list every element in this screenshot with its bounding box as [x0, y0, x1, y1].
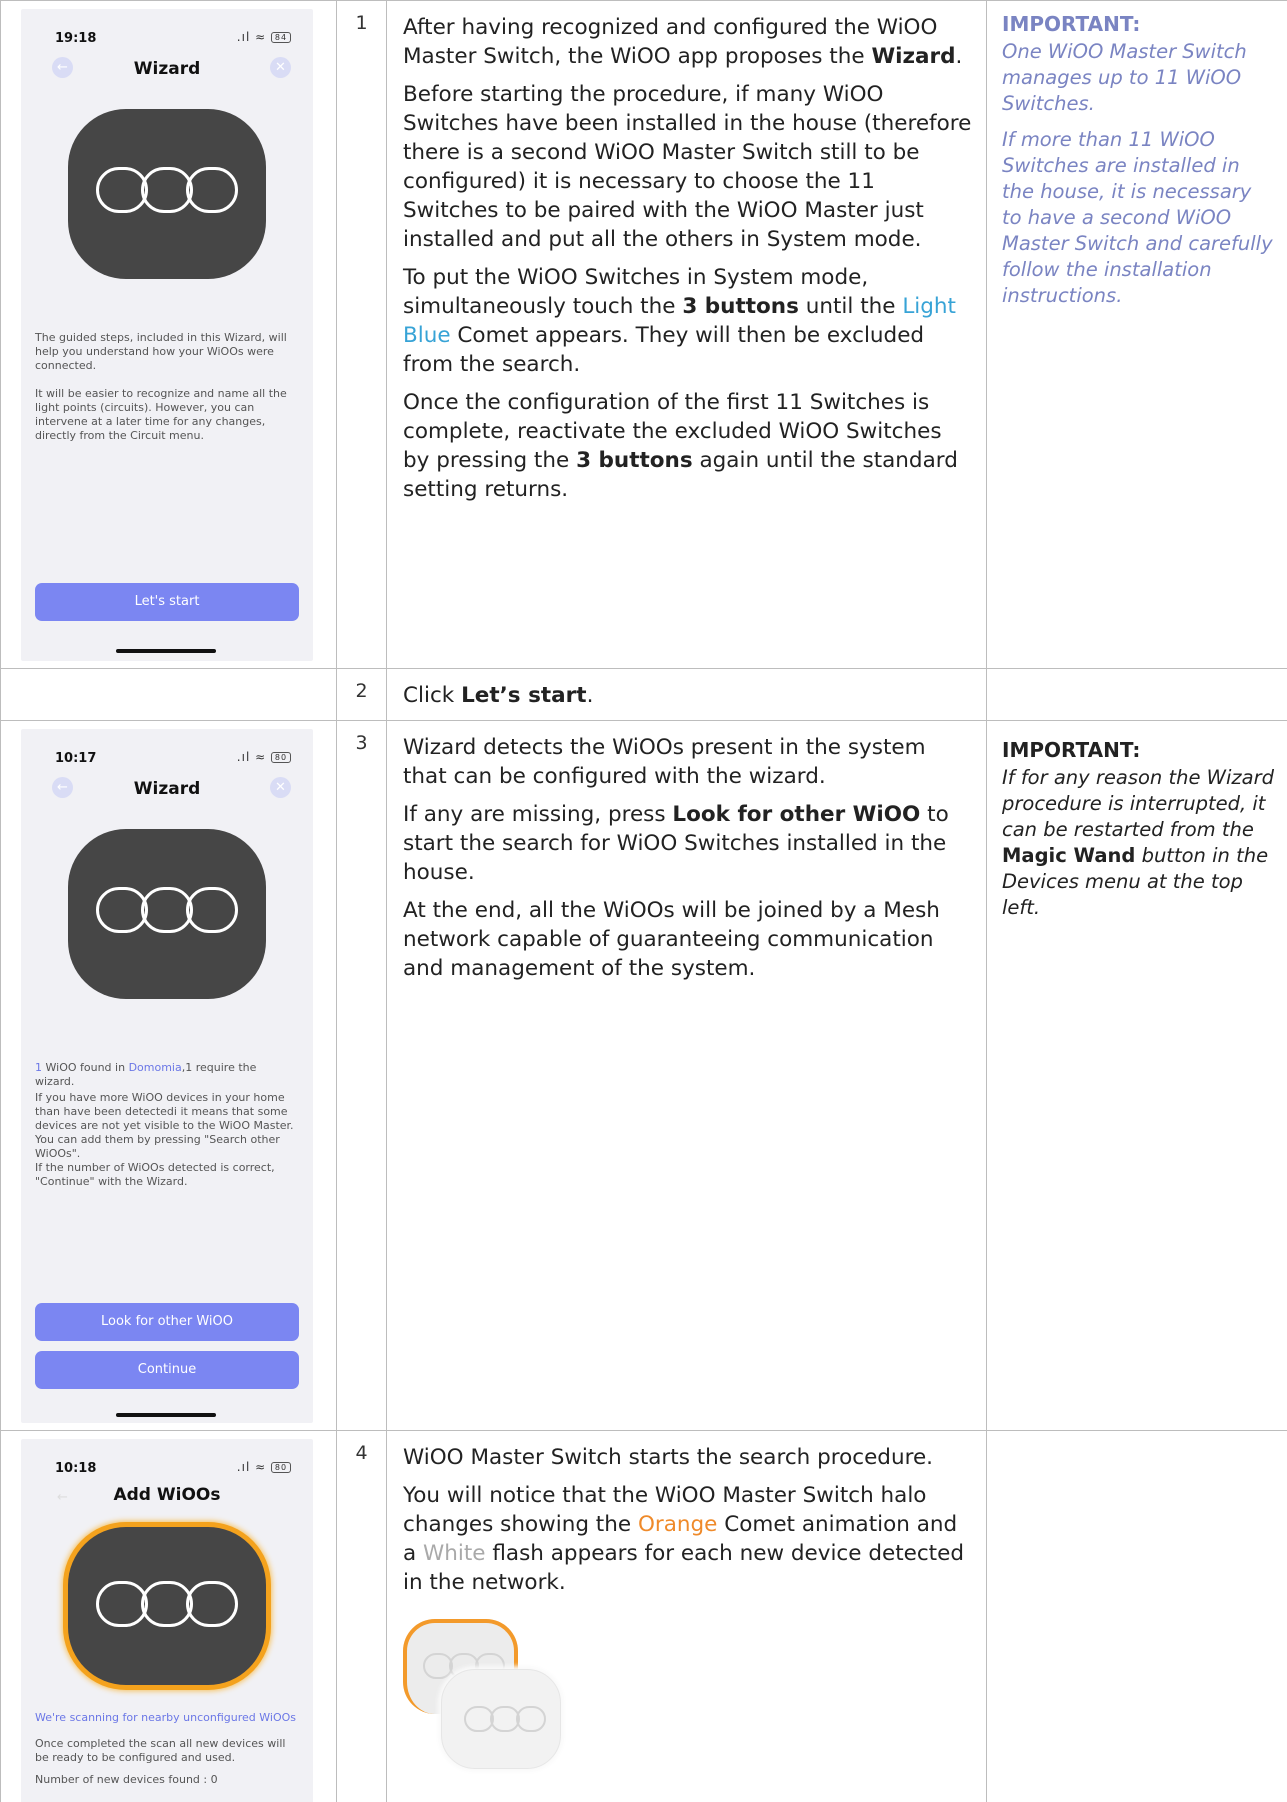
instruction-table: 19:18 .ıl ≈ 84 ← Wizard ✕ The guided ste… — [0, 0, 1287, 1802]
scan-info-text: Once completed the scan all new devices … — [35, 1737, 286, 1764]
home-indicator — [116, 1413, 216, 1417]
step-number: 1 — [336, 0, 387, 669]
status-time: 10:18 — [55, 1461, 97, 1476]
signal-icon: .ıl — [236, 1460, 251, 1474]
paragraph: Click Let’s start. — [403, 683, 594, 708]
home-indicator — [116, 649, 216, 653]
important-note: If more than 11 WiOO Switches are instal… — [1002, 128, 1273, 307]
step-row-4: 10:18 .ıl ≈ 80 ← Add WiOOs We're scannin… — [0, 1430, 1287, 1802]
note-cell — [986, 1430, 1287, 1802]
devices-found-count: Number of new devices found : 0 — [35, 1773, 218, 1786]
note-cell — [986, 668, 1287, 721]
screenshot-cell — [0, 668, 337, 721]
status-time: 19:18 — [55, 31, 97, 46]
wioo-device-orange-halo — [68, 1527, 266, 1685]
step-row-3: 10:17 .ıl ≈ 80 ← Wizard ✕ 1 WiOO found i… — [0, 720, 1287, 1431]
paragraph: After having recognized and configured t… — [403, 15, 963, 69]
important-heading: IMPORTANT: — [1002, 738, 1141, 762]
status-time: 10:17 — [55, 751, 97, 766]
paragraph: Once the configuration of the first 11 S… — [403, 390, 958, 502]
important-note: One WiOO Master Switch manages up to 11 … — [1002, 40, 1247, 115]
important-heading: IMPORTANT: — [1002, 12, 1141, 36]
paragraph: WiOO Master Switch starts the search pro… — [403, 1445, 934, 1470]
signal-icon: .ıl — [236, 750, 251, 764]
wioo-device-illustration — [68, 109, 266, 279]
screenshot-cell: 10:17 .ıl ≈ 80 ← Wizard ✕ 1 WiOO found i… — [0, 720, 337, 1431]
wizard-info-text: It will be easier to recognize and name … — [35, 387, 287, 442]
step-description: After having recognized and configured t… — [386, 0, 987, 669]
step-description: Click Let’s start. — [386, 668, 987, 721]
more-devices-text: If you have more WiOO devices in your ho… — [35, 1091, 294, 1160]
paragraph: To put the WiOO Switches in System mode,… — [403, 265, 956, 377]
step-description: WiOO Master Switch starts the search pro… — [386, 1430, 987, 1802]
white-flash-device-icon — [441, 1669, 561, 1769]
status-icons: .ıl ≈ 84 — [237, 30, 291, 44]
step-row-1: 19:18 .ıl ≈ 84 ← Wizard ✕ The guided ste… — [0, 0, 1287, 669]
screenshot-cell: 19:18 .ıl ≈ 84 ← Wizard ✕ The guided ste… — [0, 0, 337, 669]
screenshot-cell: 10:18 .ıl ≈ 80 ← Add WiOOs We're scannin… — [0, 1430, 337, 1802]
step-number: 3 — [336, 720, 387, 1431]
three-buttons-icon — [96, 167, 238, 219]
signal-icon: .ıl — [236, 30, 251, 44]
battery-icon: 80 — [271, 1462, 291, 1473]
paragraph: You will notice that the WiOO Master Swi… — [403, 1483, 964, 1595]
note-cell: IMPORTANT: One WiOO Master Switch manage… — [986, 0, 1287, 669]
paragraph: Wizard detects the WiOOs present in the … — [403, 735, 926, 789]
close-icon[interactable]: ✕ — [270, 57, 291, 78]
comet-animation-illustration — [403, 1619, 573, 1769]
paragraph: If any are missing, press Look for other… — [403, 802, 949, 885]
lets-start-button[interactable]: Let's start — [35, 583, 299, 621]
step-number: 4 — [336, 1430, 387, 1802]
paragraph: Before starting the procedure, if many W… — [403, 82, 972, 252]
status-icons: .ıl ≈ 80 — [237, 1460, 291, 1474]
note-cell: IMPORTANT: If for any reason the Wizard … — [986, 720, 1287, 1431]
phone-screen-wizard: 19:18 .ıl ≈ 84 ← Wizard ✕ The guided ste… — [21, 9, 313, 661]
battery-icon: 80 — [271, 752, 291, 763]
close-icon[interactable]: ✕ — [270, 777, 291, 798]
important-note: If for any reason the Wizard procedure i… — [1002, 766, 1274, 919]
scanning-status-text: We're scanning for nearby unconfigured W… — [35, 1711, 296, 1724]
continue-hint-text: If the number of WiOOs detected is corre… — [35, 1161, 275, 1188]
step-number: 2 — [336, 668, 387, 721]
wizard-intro-text: The guided steps, included in this Wizar… — [35, 331, 287, 372]
screen-title: Add WiOOs — [113, 1485, 221, 1505]
wioo-device-illustration — [68, 829, 266, 999]
three-buttons-icon — [96, 1581, 238, 1633]
step-description: Wizard detects the WiOOs present in the … — [386, 720, 987, 1431]
continue-button[interactable]: Continue — [35, 1351, 299, 1389]
wifi-icon: ≈ — [255, 30, 267, 44]
three-buttons-icon — [96, 887, 238, 939]
step-row-2: 2 Click Let’s start. — [0, 668, 1287, 721]
battery-icon: 84 — [271, 32, 291, 43]
paragraph: At the end, all the WiOOs will be joined… — [403, 898, 940, 981]
wifi-icon: ≈ — [255, 1460, 267, 1474]
look-for-other-wioo-button[interactable]: Look for other WiOO — [35, 1303, 299, 1341]
phone-screen-wizard-found: 10:17 .ıl ≈ 80 ← Wizard ✕ 1 WiOO found i… — [21, 729, 313, 1423]
wifi-icon: ≈ — [255, 750, 267, 764]
status-icons: .ıl ≈ 80 — [237, 750, 291, 764]
phone-screen-add-wioos: 10:18 .ıl ≈ 80 ← Add WiOOs We're scannin… — [21, 1439, 313, 1802]
found-status-text: 1 WiOO found in Domomia,1 require the wi… — [35, 1061, 257, 1088]
